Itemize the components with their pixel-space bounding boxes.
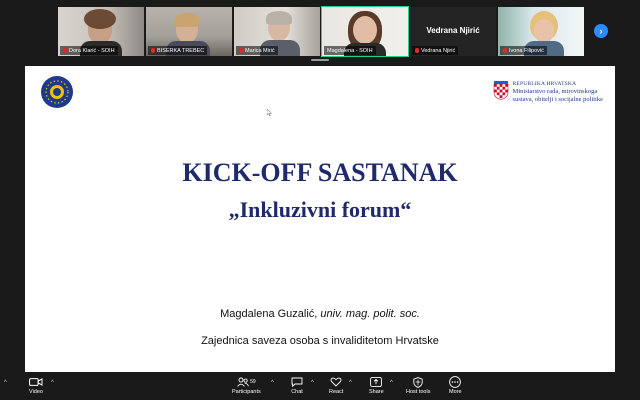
- react-label: React: [329, 389, 344, 395]
- chat-button[interactable]: Chat: [291, 376, 303, 395]
- video-options-caret-icon[interactable]: ^: [51, 380, 54, 386]
- slide-title: KICK-OFF SASTANAK: [182, 158, 458, 187]
- participant-display-name: Vedrana Njirić: [426, 26, 480, 35]
- participant-tile-active-speaker[interactable]: Magdalena - SOIH: [321, 6, 409, 57]
- participants-count: 59: [250, 379, 256, 385]
- presenter-line: Magdalena Guzalić, univ. mag. polit. soc…: [25, 308, 615, 320]
- audio-options-caret-icon[interactable]: ^: [4, 380, 7, 386]
- participants-label: Participants: [232, 389, 261, 395]
- muted-mic-icon: [151, 48, 155, 53]
- strip-resize-handle[interactable]: [311, 59, 329, 61]
- muted-mic-icon: [239, 48, 243, 53]
- ministry-logo: REPUBLIKA HRVATSKA Ministarstvo rada, mi…: [493, 80, 603, 104]
- organization-logo-icon: [41, 76, 73, 108]
- next-participants-button[interactable]: ›: [594, 24, 608, 38]
- participant-tile[interactable]: Ivona Filipović: [498, 7, 584, 56]
- participant-name: Magdalena - SOIH: [324, 46, 376, 55]
- muted-mic-icon: [503, 48, 507, 53]
- participant-tile[interactable]: BISERKA TREBEC: [146, 7, 232, 56]
- ministry-line-2: Ministarstvo rada, mirovinskoga: [512, 88, 598, 95]
- participant-name: Ivona Filipović: [500, 46, 547, 55]
- presenter-title: univ. mag. polit. soc.: [320, 308, 420, 320]
- participants-icon: 59: [237, 376, 256, 388]
- meeting-controls-toolbar: ^ Video ^ 59 Participants ^ Chat ^ React…: [0, 374, 640, 400]
- participants-button[interactable]: 59 Participants: [232, 376, 261, 395]
- chat-options-caret-icon[interactable]: ^: [311, 380, 314, 386]
- more-button[interactable]: More: [449, 376, 462, 395]
- participant-name: Vedrana Njirić: [412, 46, 459, 55]
- share-options-caret-icon[interactable]: ^: [390, 380, 393, 386]
- more-dots-icon: [449, 376, 462, 388]
- zoom-meeting-window: Dora Klarić - SOIH BISERKA TREBEC Marica…: [0, 0, 640, 400]
- organization-name: Zajednica saveza osoba s invaliditetom H…: [201, 335, 439, 347]
- more-label: More: [449, 389, 462, 395]
- participant-tile[interactable]: Dora Klarić - SOIH: [58, 7, 144, 56]
- host-tools-button[interactable]: Host tools: [406, 376, 430, 395]
- share-button[interactable]: Share: [369, 376, 384, 395]
- video-button[interactable]: Video: [29, 376, 43, 395]
- react-button[interactable]: React: [329, 376, 343, 395]
- ministry-line-1: REPUBLIKA HRVATSKA: [512, 81, 577, 87]
- share-screen-icon: [370, 376, 383, 388]
- croatian-coat-of-arms-icon: [493, 81, 508, 100]
- participant-strip: Dora Klarić - SOIH BISERKA TREBEC Marica…: [0, 0, 640, 62]
- chevron-right-icon: ›: [599, 26, 603, 36]
- participant-name: BISERKA TREBEC: [148, 46, 208, 55]
- shared-screen-slide: REPUBLIKA HRVATSKA Ministarstvo rada, mi…: [25, 66, 615, 372]
- chat-label: Chat: [291, 389, 303, 395]
- ministry-name: REPUBLIKA HRVATSKA Ministarstvo rada, mi…: [513, 80, 603, 104]
- participant-tile[interactable]: Marica Mirić: [234, 7, 320, 56]
- ministry-line-3: sustava, obitelji i socijalne politike: [512, 96, 603, 103]
- participants-options-caret-icon[interactable]: ^: [271, 380, 274, 386]
- chat-bubble-icon: [291, 376, 303, 388]
- participant-name: Marica Mirić: [236, 46, 278, 55]
- participant-tile-video-off[interactable]: Vedrana Njirić Vedrana Njirić: [410, 7, 496, 56]
- share-label: Share: [369, 389, 384, 395]
- muted-mic-icon: [63, 48, 67, 53]
- react-options-caret-icon[interactable]: ^: [349, 380, 352, 386]
- slide-subtitle: „Inkluzivni forum“: [228, 197, 412, 222]
- video-camera-icon: [29, 376, 43, 388]
- video-label: Video: [29, 389, 43, 395]
- presenter-name: Magdalena Guzalić,: [220, 308, 318, 320]
- mouse-pointer-icon: [267, 109, 272, 116]
- participant-name: Dora Klarić - SOIH: [60, 46, 118, 55]
- shield-icon: [413, 376, 423, 388]
- heart-react-icon: [330, 376, 342, 388]
- muted-mic-icon: [415, 48, 419, 53]
- host-tools-label: Host tools: [406, 389, 431, 395]
